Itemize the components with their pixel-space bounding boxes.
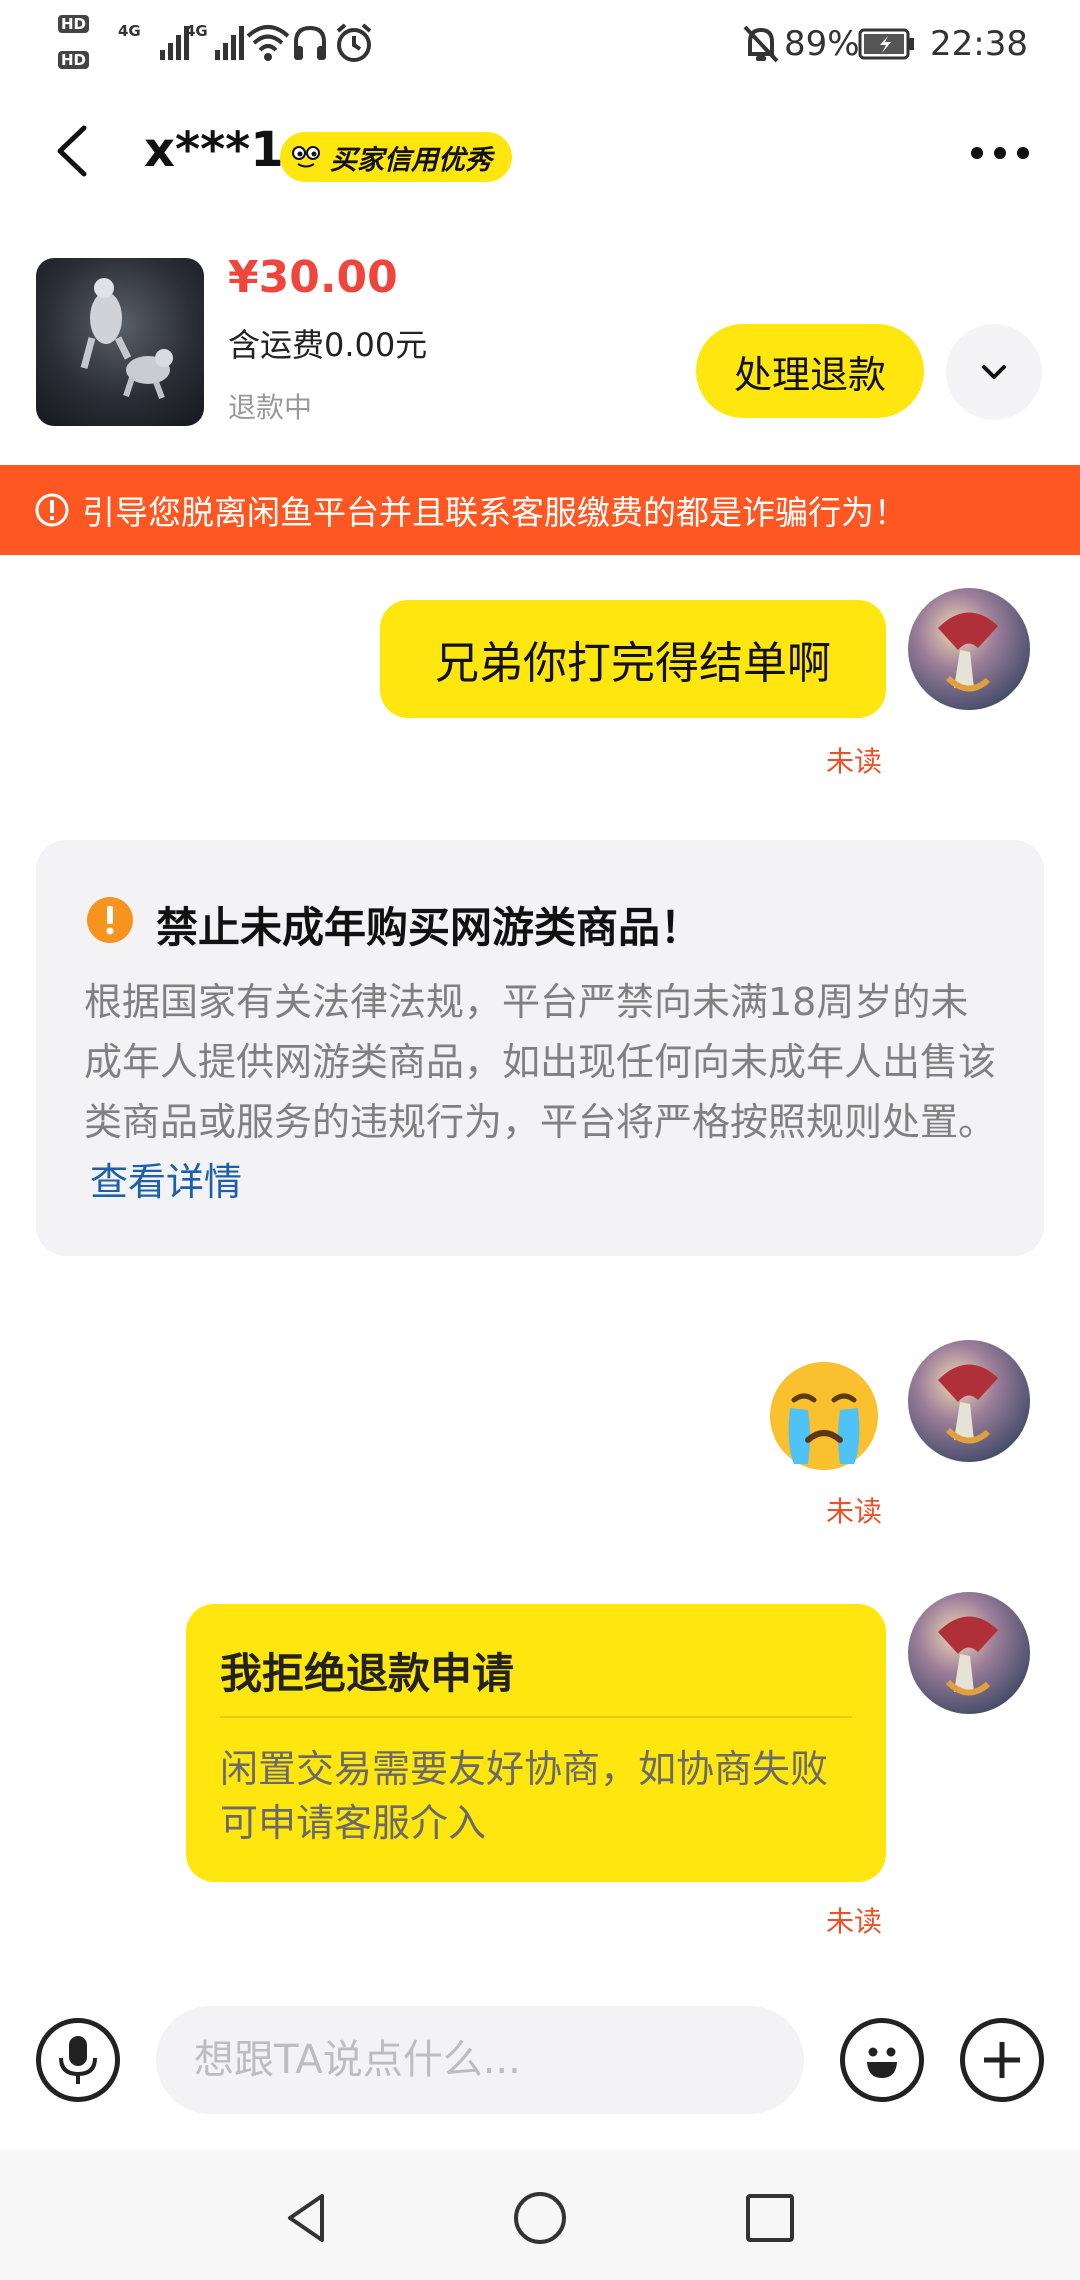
reject-refund-body: 闲置交易需要友好协商，如协商失败可申请客服介入 — [220, 1747, 829, 1845]
smiley-icon — [867, 2047, 897, 2078]
message-input-container — [156, 2006, 804, 2114]
product-thumbnail[interactable] — [36, 258, 204, 426]
more-options-button[interactable] — [965, 128, 1035, 178]
product-price: ¥30.00 — [228, 252, 398, 303]
notice-body-text: 根据国家有关法律法规，平台严禁向未满18周岁的未成年人提供网游类商品，如出现任何… — [84, 980, 997, 1144]
chat-username[interactable]: x***1 — [144, 122, 284, 178]
avatar-image — [908, 1340, 1030, 1462]
alarm-icon — [336, 23, 372, 62]
credit-badge-label: 买家信用优秀 — [330, 144, 492, 176]
emoji-message[interactable] — [764, 1356, 884, 1476]
nav-back-button[interactable] — [278, 2188, 338, 2248]
nav-recents-button[interactable] — [740, 2188, 800, 2248]
minor-purchase-notice: 禁止未成年购买网游类商品！ 根据国家有关法律法规，平台严禁向未满18周岁的未成年… — [36, 840, 1044, 1256]
wifi-icon — [246, 25, 290, 61]
mute-bell-icon — [743, 25, 779, 63]
chevron-down-icon — [982, 365, 1006, 379]
plus-icon — [984, 2042, 1020, 2078]
notice-body: 根据国家有关法律法规，平台严禁向未满18周岁的未成年人提供网游类商品，如出现任何… — [84, 972, 1004, 1212]
fraud-warning-banner: 引导您脱离闲鱼平台并且联系客服缴费的都是诈骗行为！ — [0, 465, 1080, 555]
more-dots-icon — [971, 147, 1029, 159]
input-bar — [0, 1990, 1080, 2130]
warning-circle-icon — [35, 493, 69, 527]
avatar-image — [908, 588, 1030, 710]
card-divider — [220, 1716, 852, 1718]
more-actions-button[interactable] — [960, 2018, 1044, 2102]
user-avatar[interactable] — [908, 1340, 1030, 1462]
unread-status: 未读 — [826, 745, 883, 778]
expand-button[interactable] — [946, 324, 1042, 420]
message-text: 兄弟你打完得结单啊 — [435, 638, 831, 689]
user-avatar[interactable] — [908, 1592, 1030, 1714]
triangle-back-icon — [288, 2194, 324, 2242]
refund-status: 退款中 — [228, 391, 313, 424]
reject-refund-card[interactable]: 我拒绝退款申请 闲置交易需要友好协商，如协商失败可申请客服介入 — [186, 1604, 886, 1882]
clock: 22:38 — [930, 24, 1028, 64]
circle-home-icon — [514, 2192, 566, 2244]
chat-header: x***1 买家信用优秀 — [0, 90, 1080, 230]
unread-status: 未读 — [826, 1495, 883, 1528]
headphone-icon — [294, 25, 326, 60]
unread-status: 未读 — [826, 1905, 883, 1938]
square-recents-icon — [746, 2194, 794, 2242]
figurine-image — [80, 278, 173, 400]
crying-face-icon — [770, 1362, 878, 1470]
fish-mascot-icon — [288, 139, 324, 175]
user-avatar[interactable] — [908, 588, 1030, 710]
battery-icon — [858, 28, 914, 60]
hd2-indicator: HD — [58, 50, 90, 69]
view-details-link[interactable]: 查看详情 — [90, 1160, 242, 1204]
fraud-warning-text: 引导您脱离闲鱼平台并且联系客服缴费的都是诈骗行为！ — [82, 493, 907, 532]
avatar-image — [908, 1592, 1030, 1714]
notice-title: 禁止未成年购买网游类商品！ — [156, 903, 703, 952]
hd1-label: HD — [58, 15, 90, 33]
hd1-indicator: HD — [58, 14, 90, 33]
battery-percent: 89% — [784, 24, 860, 64]
microphone-icon — [59, 2036, 97, 2084]
exclamation-icon — [87, 897, 133, 943]
product-card[interactable]: ¥30.00 含运费0.00元 退款中 处理退款 — [0, 240, 1080, 450]
outgoing-message-bubble[interactable]: 兄弟你打完得结单啊 — [380, 600, 886, 718]
system-navigation-bar — [0, 2150, 1080, 2280]
credit-badge: 买家信用优秀 — [280, 132, 512, 182]
product-shipping: 含运费0.00元 — [228, 326, 428, 364]
status-bar: HD HD 4G 4G 89% 22:38 — [0, 0, 1080, 90]
back-arrow-icon — [57, 125, 87, 177]
nav-home-button[interactable] — [510, 2188, 570, 2248]
hd2-label: HD — [58, 51, 90, 69]
message-input[interactable] — [192, 2036, 804, 2084]
back-button[interactable] — [40, 116, 110, 186]
voice-button[interactable] — [36, 2018, 120, 2102]
process-refund-button[interactable]: 处理退款 — [696, 324, 924, 418]
reject-refund-title: 我拒绝退款申请 — [220, 1649, 515, 1698]
emoji-button[interactable] — [840, 2018, 924, 2102]
